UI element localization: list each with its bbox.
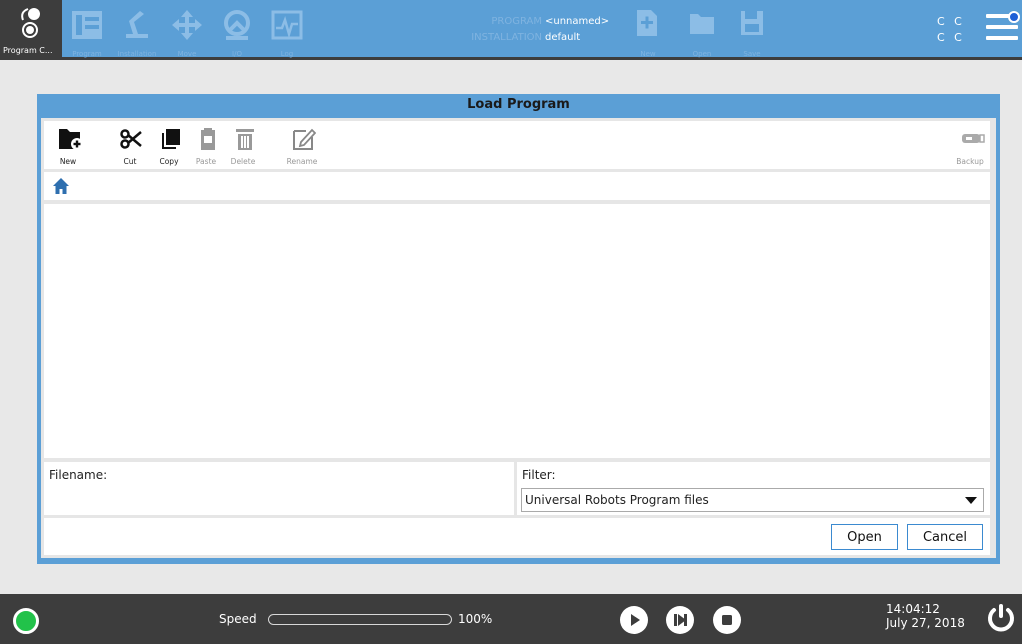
speed-label: Speed <box>219 612 257 626</box>
save-program-label: Save <box>743 50 761 58</box>
file-toolbar: New Cut Copy Paste Delete Rename Backup <box>44 121 990 169</box>
notification-dot-icon <box>1008 11 1020 23</box>
save-icon <box>741 11 763 35</box>
rename-label: Rename <box>286 157 318 166</box>
new-file-icon <box>637 10 657 36</box>
rename-button[interactable]: Rename <box>284 123 320 169</box>
usb-drive-icon <box>962 134 985 143</box>
step-button[interactable] <box>666 606 694 634</box>
nav-move-label: Move <box>177 50 197 58</box>
speed-slider[interactable] <box>268 614 452 625</box>
program-key: PROGRAM <box>491 16 542 27</box>
open-program-button[interactable]: Open <box>682 6 722 58</box>
nav-program-tab[interactable]: Program <box>62 6 112 58</box>
delete-button[interactable]: Delete <box>225 123 261 169</box>
io-icon <box>224 10 250 40</box>
backup-button[interactable]: Backup <box>952 123 988 169</box>
dialog-button-row: Open Cancel <box>44 518 990 555</box>
new-program-button[interactable]: New <box>628 6 668 58</box>
dialog-title: Load Program <box>467 97 570 112</box>
play-button[interactable] <box>620 606 648 634</box>
cc-indicator: C C C C <box>937 14 965 46</box>
nav-log-label: Log <box>280 50 294 58</box>
bottom-bar: Speed 100% 14:04:12 July 27, 2018 <box>0 594 1022 644</box>
filter-panel: Filter: Universal Robots Program files <box>517 462 990 515</box>
nav-program-label: Program <box>72 50 102 58</box>
robot-status-led[interactable] <box>13 608 39 634</box>
filter-selected-value: Universal Robots Program files <box>525 493 709 507</box>
program-tree-icon <box>72 11 102 39</box>
cc-top: C C <box>937 15 965 28</box>
program-home-label: Program C... <box>3 46 53 55</box>
clock-time: 14:04:12 <box>886 602 940 616</box>
open-button[interactable]: Open <box>831 524 898 550</box>
cc-bottom: C C <box>937 31 965 44</box>
new-program-label: New <box>640 50 656 58</box>
nav-io-label: I/O <box>232 50 242 58</box>
dialog-body: New Cut Copy Paste Delete Rename Backup … <box>41 118 996 558</box>
clock: 14:04:12 July 27, 2018 <box>886 602 965 630</box>
backup-label: Backup <box>956 157 984 166</box>
new-folder-button[interactable]: New <box>50 123 86 169</box>
installation-name: default <box>545 32 581 43</box>
hamburger-menu-button[interactable] <box>986 11 1020 47</box>
installation-key: INSTALLATION <box>471 32 542 43</box>
filter-select[interactable]: Universal Robots Program files <box>521 488 984 512</box>
dropdown-arrow-icon <box>965 497 977 504</box>
nav-log-tab[interactable]: Log <box>262 6 312 58</box>
nav-io-tab[interactable]: I/O <box>212 6 262 58</box>
cancel-button[interactable]: Cancel <box>907 524 983 550</box>
nav-installation-tab[interactable]: Installation <box>112 6 162 58</box>
log-icon <box>271 10 303 40</box>
stop-icon <box>722 615 732 625</box>
installation-icon <box>126 11 148 38</box>
nav-move-tab[interactable]: Move <box>162 6 212 58</box>
speed-value: 100% <box>458 612 493 626</box>
scissors-icon <box>120 129 142 149</box>
new-label: New <box>59 157 77 166</box>
filename-label: Filename: <box>49 468 108 482</box>
file-list[interactable] <box>44 204 990 458</box>
program-info: PROGRAM <unnamed> INSTALLATION default <box>458 14 609 46</box>
play-icon <box>631 614 640 626</box>
clock-date: July 27, 2018 <box>886 616 965 630</box>
open-folder-icon <box>690 14 714 34</box>
open-program-label: Open <box>692 50 712 58</box>
filter-label: Filter: <box>522 468 556 482</box>
step-forward-icon <box>674 614 687 626</box>
copy-icon <box>162 129 180 149</box>
nav-installation-label: Installation <box>117 50 157 58</box>
power-icon[interactable] <box>985 602 1017 636</box>
delete-label: Delete <box>230 157 256 166</box>
program-name: <unnamed> <box>545 16 610 27</box>
top-bar: Program C... Program Installation Move I… <box>0 0 1022 60</box>
trash-icon <box>236 129 254 150</box>
edit-icon <box>293 128 316 150</box>
stop-button[interactable] <box>713 606 741 634</box>
new-folder-icon <box>59 129 83 150</box>
robot-arm-icon <box>21 8 40 38</box>
breadcrumb <box>44 172 990 200</box>
program-home-button[interactable]: Program C... <box>0 0 62 60</box>
move-icon <box>172 10 202 40</box>
cut-button[interactable]: Cut <box>112 123 148 169</box>
save-program-button[interactable]: Save <box>732 6 772 58</box>
filename-panel: Filename: <box>44 462 514 515</box>
home-icon[interactable] <box>52 177 70 195</box>
paste-icon <box>201 128 215 150</box>
load-program-dialog: Load Program New Cut Copy Paste Delete R… <box>37 94 1000 564</box>
